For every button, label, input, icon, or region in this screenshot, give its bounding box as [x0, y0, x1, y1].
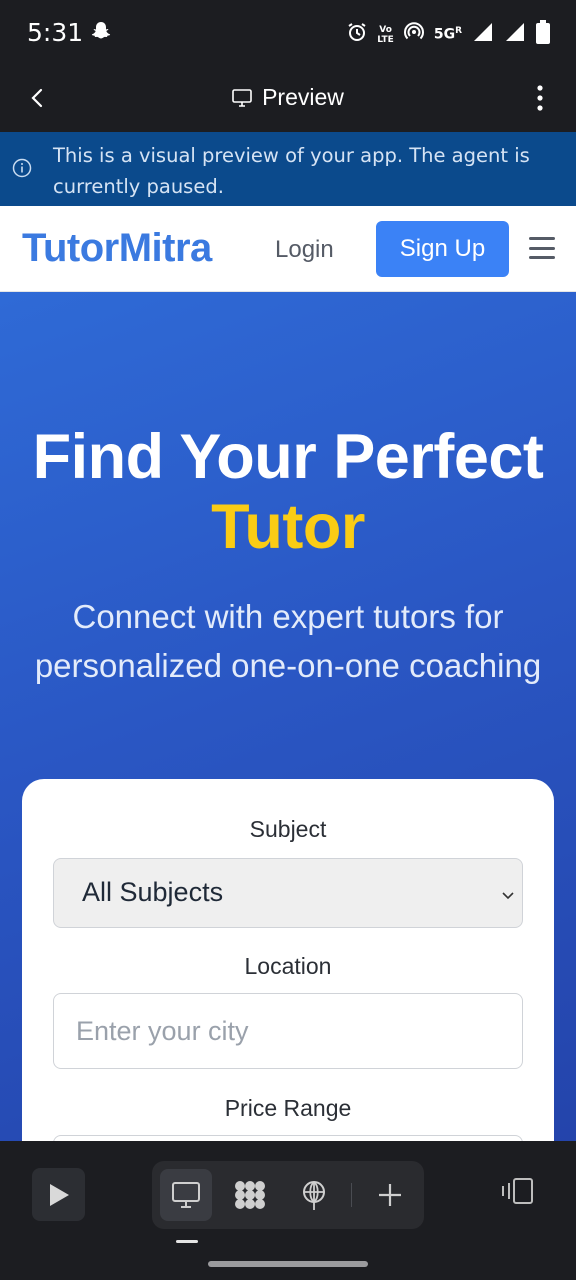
monitor-icon [232, 88, 252, 107]
add-button[interactable] [364, 1169, 416, 1221]
status-bar: 5:31 Vo LTE 5GR [0, 0, 576, 64]
hamburger-icon[interactable] [529, 237, 555, 259]
signal-icon-2 [504, 21, 526, 48]
preview-info-banner: This is a visual preview of your app. Th… [0, 132, 576, 206]
gesture-bar[interactable] [208, 1261, 368, 1267]
workspace-button[interactable] [224, 1169, 276, 1221]
desktop-icon [172, 1182, 200, 1208]
subject-select[interactable]: All Subjects [53, 858, 523, 928]
preview-title-group: Preview [0, 84, 576, 111]
chevron-down-icon [502, 887, 514, 905]
signup-button[interactable]: Sign Up [376, 221, 509, 277]
screen: 5:31 Vo LTE 5GR Preview This is a visual… [0, 0, 576, 1280]
preview-header: Preview [0, 64, 576, 132]
bottom-toolbar [0, 1141, 576, 1280]
grid-icon [235, 1181, 265, 1209]
alarm-icon [347, 22, 367, 47]
location-label: Location [244, 953, 332, 979]
price-range-label: Price Range [224, 1095, 352, 1121]
snapchat-icon [89, 20, 113, 49]
hotspot-icon [403, 22, 424, 47]
login-link[interactable]: Login [275, 236, 334, 264]
location-input[interactable] [53, 993, 523, 1069]
more-menu-button[interactable] [532, 82, 548, 114]
status-icons: Vo LTE 5GR [347, 20, 550, 49]
add-icon [379, 1184, 401, 1206]
volte-indicator: Vo LTE [377, 25, 394, 45]
panel-icon [502, 1178, 533, 1204]
app-preview: TutorMitra Login Sign Up Find Your Perfe… [0, 206, 576, 1141]
status-time: 5:31 [27, 18, 84, 47]
app-navbar: TutorMitra Login Sign Up [0, 206, 576, 292]
hero-title: Find Your Perfect Tutor [0, 422, 576, 562]
panel-toggle-button[interactable] [498, 1177, 534, 1210]
run-button[interactable] [32, 1168, 85, 1221]
play-icon [49, 1183, 69, 1206]
view-switcher [152, 1161, 424, 1229]
search-card: Subject All Subjects Location Price Rang… [22, 779, 554, 1141]
roaming-label: R [455, 26, 462, 37]
hero-subtitle: Connect with expert tutors for personali… [34, 598, 542, 684]
volte-line2: LTE [377, 34, 394, 45]
banner-text: This is a visual preview of your app. Th… [53, 144, 530, 198]
volte-line1: Vo [379, 24, 392, 35]
active-tab-indicator [176, 1240, 198, 1243]
more-vertical-icon [537, 85, 543, 111]
subject-label: Subject [249, 816, 327, 842]
battery-icon [536, 20, 550, 49]
hero-title-main: Find Your Perfect [32, 422, 544, 492]
signal-icon [472, 21, 494, 48]
info-icon [12, 158, 32, 183]
toolbar-divider [351, 1183, 352, 1207]
hero-section: Find Your Perfect Tutor Connect with exp… [0, 292, 576, 1141]
network-type: 5GR [434, 26, 462, 43]
hero-title-accent: Tutor [211, 492, 365, 562]
network-label: 5G [433, 26, 456, 43]
deploy-icon [303, 1181, 325, 1210]
brand-logo[interactable]: TutorMitra [22, 226, 212, 271]
deploy-button[interactable] [288, 1169, 340, 1221]
subject-select-value: All Subjects [82, 877, 224, 907]
preview-title: Preview [262, 84, 344, 110]
desktop-view-button[interactable] [160, 1169, 212, 1221]
